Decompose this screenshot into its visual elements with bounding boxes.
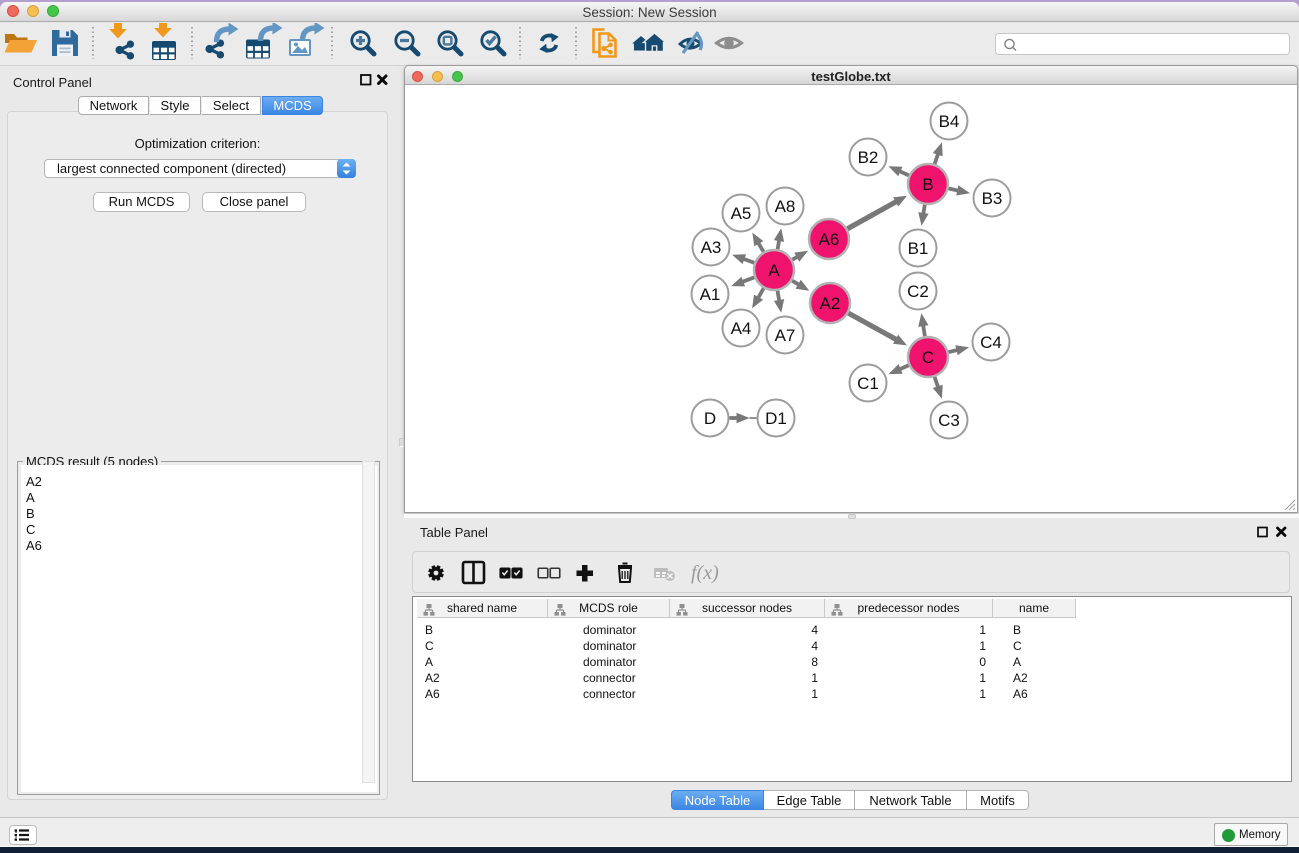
svg-text:B4: B4: [939, 112, 960, 131]
svg-text:A6: A6: [819, 230, 840, 249]
svg-text:B3: B3: [982, 189, 1003, 208]
svg-text:C3: C3: [938, 411, 960, 430]
svg-text:A8: A8: [775, 197, 796, 216]
svg-text:C: C: [922, 348, 934, 367]
svg-text:A1: A1: [700, 285, 721, 304]
svg-text:C4: C4: [980, 333, 1002, 352]
svg-text:B: B: [922, 175, 933, 194]
svg-text:A: A: [768, 261, 780, 280]
svg-text:A7: A7: [775, 326, 796, 345]
svg-text:B2: B2: [858, 148, 879, 167]
svg-text:A2: A2: [820, 294, 841, 313]
svg-text:B1: B1: [908, 239, 929, 258]
svg-text:D: D: [704, 409, 716, 428]
svg-text:C2: C2: [907, 282, 929, 301]
svg-text:f(x): f(x): [691, 562, 719, 584]
svg-text:A5: A5: [731, 204, 752, 223]
svg-text:A3: A3: [701, 238, 722, 257]
svg-text:D1: D1: [765, 409, 787, 428]
svg-text:C1: C1: [857, 374, 879, 393]
svg-text:A4: A4: [731, 319, 752, 338]
